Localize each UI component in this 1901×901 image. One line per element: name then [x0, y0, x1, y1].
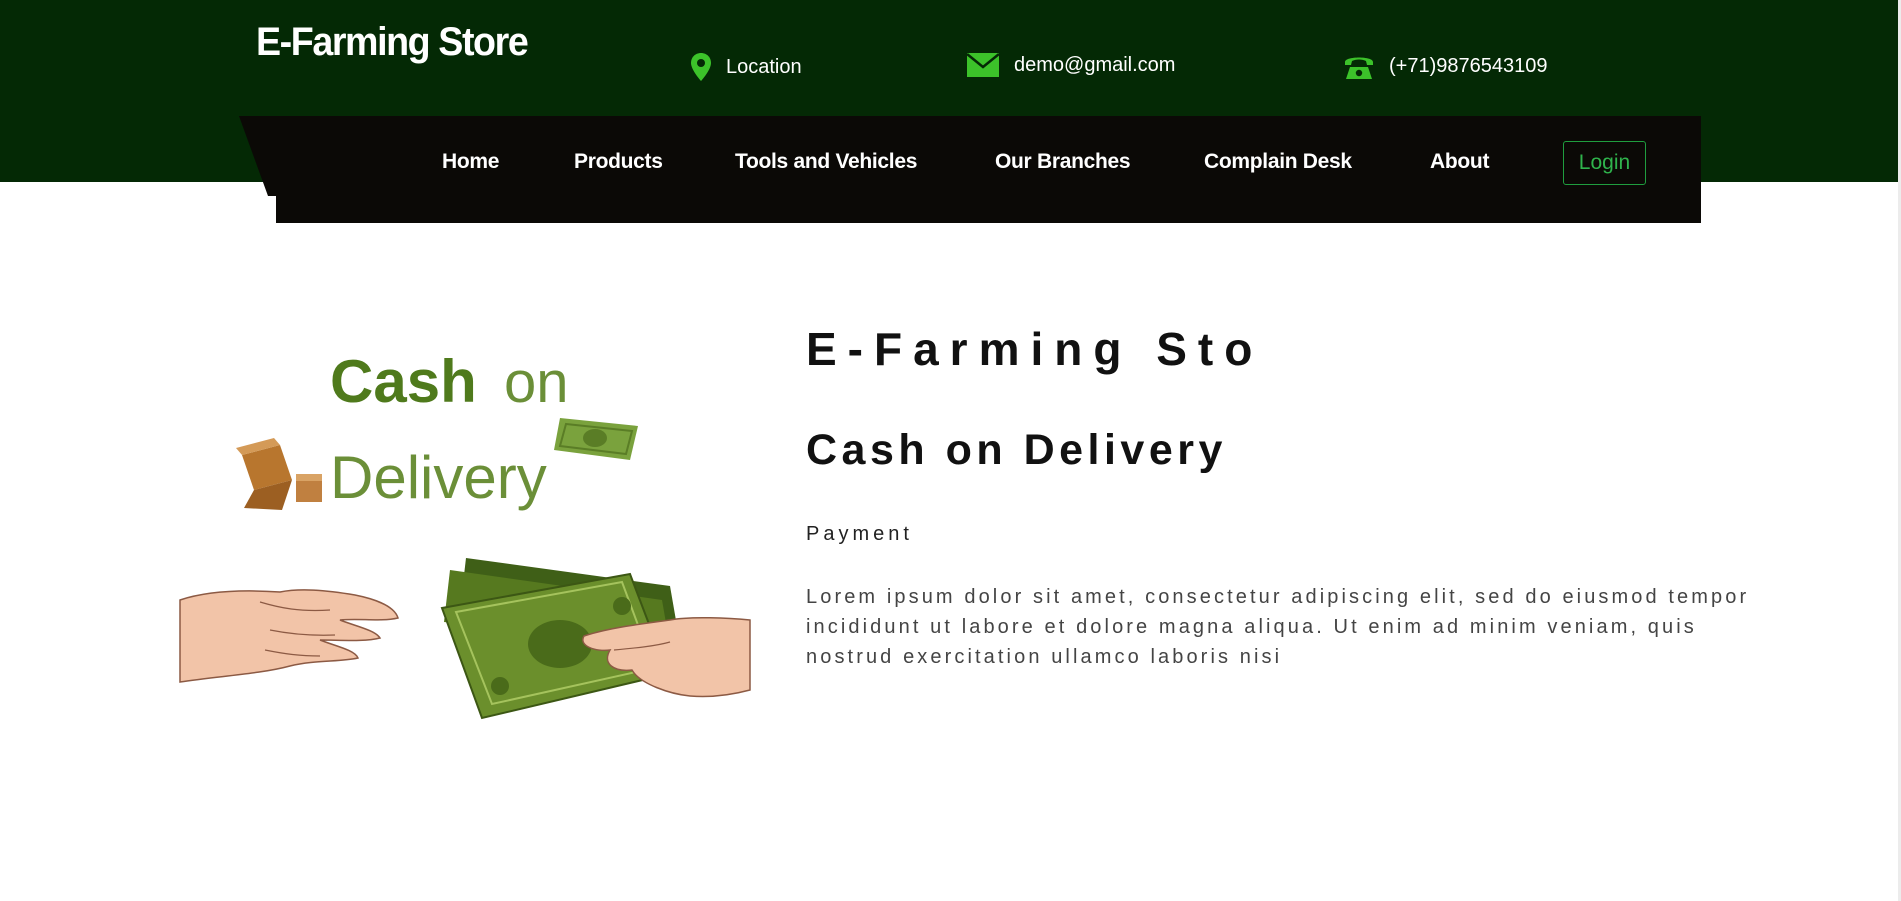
telephone-icon: [1343, 52, 1375, 80]
store-heading: E-Farming Sto: [806, 323, 1264, 375]
floating-banknote-icon: [554, 418, 638, 460]
svg-text:Cash: Cash: [330, 348, 477, 415]
contact-email[interactable]: demo@gmail.com: [966, 52, 1175, 78]
location-pin-icon: [690, 52, 712, 82]
login-button[interactable]: Login: [1563, 141, 1646, 185]
brand-logo-text[interactable]: E-Farming Store: [256, 20, 529, 65]
contact-phone[interactable]: (+71)9876543109: [1343, 52, 1547, 80]
left-hand-icon: [179, 589, 399, 683]
payment-method-heading: Cash on Delivery: [806, 426, 1227, 474]
parcel-box-icon: [236, 438, 322, 510]
nav-about[interactable]: About: [1430, 150, 1489, 174]
nav-tools-and-vehicles[interactable]: Tools and Vehicles: [735, 150, 917, 174]
nav-our-branches[interactable]: Our Branches: [995, 150, 1131, 174]
cash-on-delivery-illustration: Cash on Delivery: [170, 290, 770, 750]
nav-complain-desk[interactable]: Complain Desk: [1204, 150, 1352, 174]
location-text: Location: [726, 55, 802, 78]
email-text: demo@gmail.com: [1014, 53, 1176, 76]
nav-products[interactable]: Products: [574, 150, 663, 174]
phone-text: (+71)9876543109: [1389, 54, 1548, 77]
svg-text:on: on: [504, 350, 569, 415]
contact-location[interactable]: Location: [690, 52, 802, 82]
description-paragraph: Lorem ipsum dolor sit amet, consectetur …: [806, 586, 1750, 668]
nav-home[interactable]: Home: [442, 150, 499, 174]
section-label: Payment: [806, 523, 913, 545]
envelope-icon: [966, 52, 1000, 78]
svg-text:Delivery: Delivery: [330, 444, 547, 511]
